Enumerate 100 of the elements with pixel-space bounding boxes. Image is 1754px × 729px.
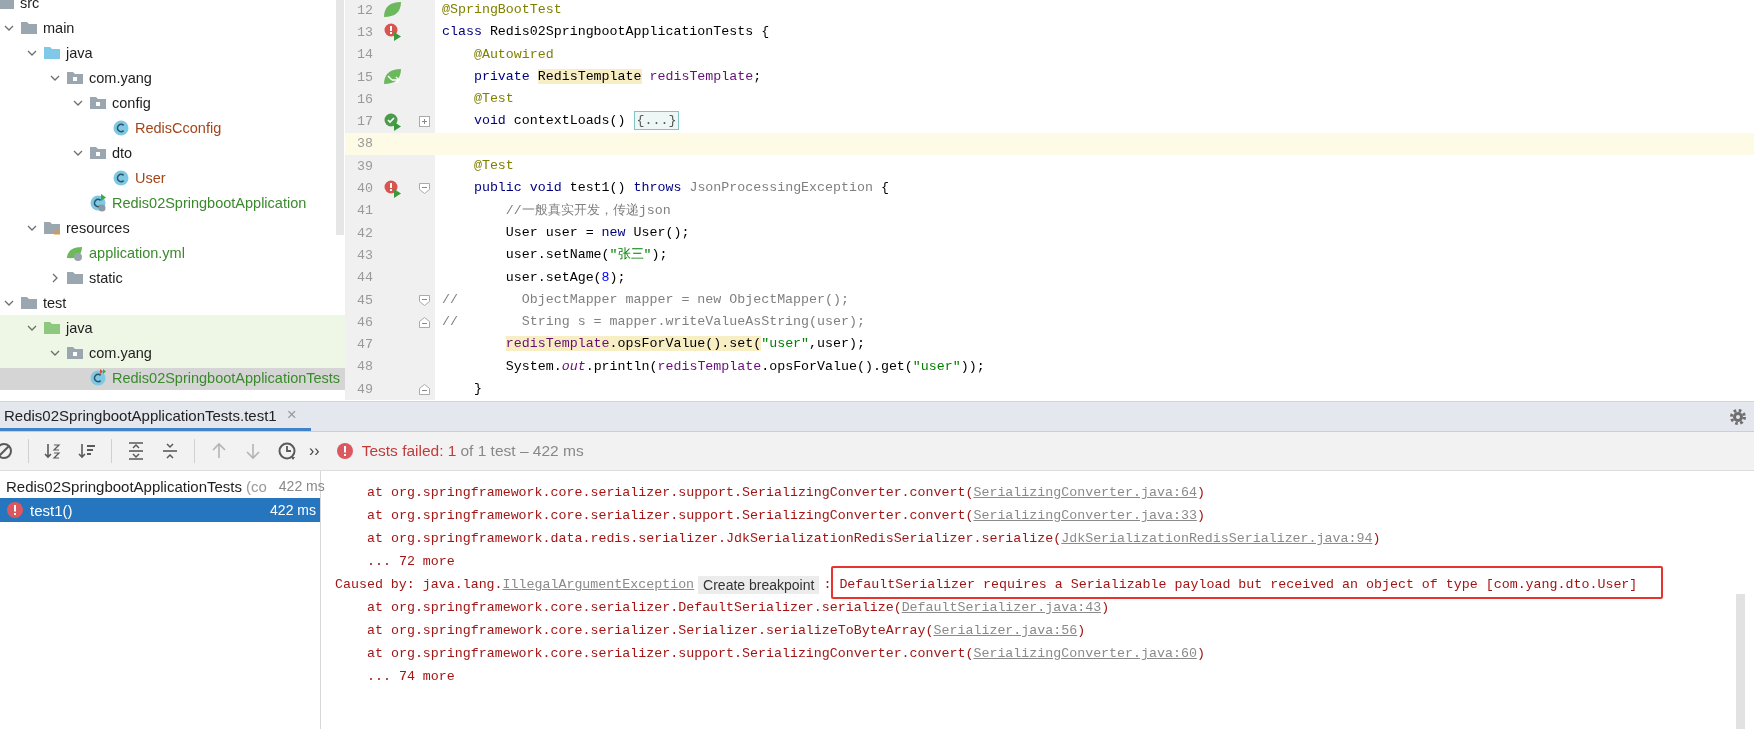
stack-frame-text: at org.springframework.data.redis.serializer.JdkSerializationRedisSerializer.serialize( bbox=[367, 531, 1062, 546]
selected-row[interactable]: test1() 422 ms bbox=[0, 498, 320, 522]
duration-text: 422 ms bbox=[278, 478, 325, 494]
scrollbar-thumb[interactable] bbox=[1736, 594, 1745, 729]
stack-frame-text: at org.springframework.core.serializer.Serializer.serializeToByteArray( bbox=[367, 623, 934, 638]
fold-end-icon[interactable] bbox=[418, 316, 430, 328]
code-line: @Test bbox=[472, 90, 514, 109]
tree-item[interactable]: User bbox=[135, 169, 166, 186]
exception-link[interactable]: IllegalArgumentException bbox=[502, 577, 695, 592]
stack-frame-text: at org.springframework.core.serializer.support.SerializingConverter.convert( bbox=[367, 485, 974, 500]
tree-item[interactable]: com.yang bbox=[89, 344, 152, 361]
tree-item[interactable]: resources bbox=[66, 219, 130, 236]
stack-frame-text: ... 74 more bbox=[367, 669, 455, 684]
tree-item[interactable]: application.yml bbox=[89, 244, 185, 261]
prohibit-icon[interactable] bbox=[0, 441, 14, 461]
run-failed-icon[interactable] bbox=[383, 178, 403, 199]
source-link[interactable]: SerializingConverter.java:64 bbox=[973, 485, 1197, 500]
line-number: 13 bbox=[356, 24, 374, 40]
tree-item[interactable]: src bbox=[20, 0, 40, 11]
exception-message: DefaultSerializer requires a Serializable payload but received an object of type [com.yang.dto.User] bbox=[839, 577, 1638, 592]
code-line: redisTemplate.opsForValue().set("user",user); bbox=[504, 335, 865, 354]
line-number: 47 bbox=[356, 337, 374, 353]
source-link[interactable]: SerializingConverter.java:60 bbox=[973, 646, 1197, 661]
code-line: //一般真实开发，传递json bbox=[504, 201, 671, 220]
line-number: 44 bbox=[356, 270, 374, 286]
create-breakpoint-button[interactable]: Create breakpoint bbox=[698, 575, 820, 594]
code-line: // String s = mapper.writeValueAsString(user); bbox=[441, 313, 865, 332]
status-text: Tests failed: 1 bbox=[361, 442, 457, 460]
scrollbar-thumb[interactable] bbox=[336, 0, 344, 235]
code-line: private RedisTemplate redisTemplate; bbox=[472, 67, 762, 86]
stack-frame-text: ... 72 more bbox=[367, 554, 455, 569]
code-line: } bbox=[472, 380, 482, 399]
settings-icon[interactable] bbox=[1728, 406, 1748, 427]
tree-item[interactable]: static bbox=[89, 269, 123, 286]
code-line: public void test1() throws JsonProcessingException { bbox=[472, 179, 889, 198]
class-icon bbox=[89, 193, 107, 212]
code-line: User user = new User(); bbox=[504, 223, 690, 242]
stack-frame-text: at org.springframework.core.serializer.DefaultSerializer.serialize( bbox=[367, 600, 902, 615]
clock-icon[interactable] bbox=[277, 441, 297, 461]
stack-frame-text: at org.springframework.core.serializer.support.SerializingConverter.convert( bbox=[367, 646, 974, 661]
code-line: user.setName("张三"); bbox=[504, 246, 668, 265]
tree-item[interactable]: java bbox=[66, 319, 93, 336]
sort-list-icon[interactable] bbox=[77, 441, 97, 461]
sort-alpha-icon[interactable] bbox=[43, 441, 63, 461]
class-icon bbox=[89, 368, 107, 387]
code-line: System.out.println(redisTemplate.opsForValue().get("user")); bbox=[504, 357, 985, 376]
code-line: @Autowired bbox=[472, 45, 554, 64]
class-icon bbox=[112, 168, 130, 187]
test-note: (co bbox=[246, 477, 267, 495]
line-number: 15 bbox=[356, 69, 374, 85]
code-line: @SpringBootTest bbox=[441, 1, 562, 19]
line-number: 49 bbox=[356, 381, 374, 397]
exception-text: : bbox=[823, 577, 832, 592]
line-number: 43 bbox=[356, 247, 374, 263]
test-name[interactable]: Redis02SpringbootApplicationTests bbox=[6, 477, 242, 495]
code-line: @Test bbox=[472, 157, 514, 176]
line-number: 42 bbox=[356, 225, 374, 241]
test-name[interactable]: test1() bbox=[30, 501, 73, 519]
fold-plus-icon[interactable] bbox=[418, 116, 430, 128]
line-number: 40 bbox=[356, 181, 374, 196]
code-line: user.setAge(8); bbox=[504, 268, 626, 287]
line-number: 41 bbox=[356, 203, 374, 219]
line-number: 12 bbox=[356, 2, 374, 18]
tree-item[interactable]: java bbox=[66, 44, 93, 61]
class-icon bbox=[112, 118, 130, 137]
tree-item[interactable]: com.yang bbox=[89, 69, 152, 86]
overflow-button[interactable]: ›› bbox=[309, 442, 320, 460]
stack-frame-text: ) bbox=[1196, 485, 1205, 500]
tree-item[interactable]: main bbox=[43, 19, 75, 36]
tree-item[interactable]: dto bbox=[112, 144, 133, 161]
line-number: 17 bbox=[356, 114, 374, 130]
stack-frame-text: ) bbox=[1196, 508, 1205, 523]
line-number: 38 bbox=[356, 136, 374, 152]
line-number: 46 bbox=[356, 314, 374, 330]
stack-frame-text: ) bbox=[1077, 623, 1086, 638]
line-number: 48 bbox=[356, 359, 374, 375]
source-link[interactable]: SerializingConverter.java:33 bbox=[973, 508, 1197, 523]
stack-frame-text: ) bbox=[1101, 600, 1110, 615]
fold-end-icon[interactable] bbox=[418, 383, 430, 395]
run-passed-icon[interactable] bbox=[383, 111, 403, 132]
error-icon bbox=[335, 442, 354, 460]
fold-start-icon[interactable] bbox=[418, 183, 430, 194]
collapse-all-icon[interactable] bbox=[160, 441, 180, 461]
chevron-right-icon[interactable] bbox=[50, 272, 60, 283]
expand-all-icon[interactable] bbox=[126, 441, 146, 461]
code-line: void contextLoads() {...} bbox=[435, 110, 680, 133]
tree-item[interactable]: RedisCconfig bbox=[135, 119, 222, 136]
source-link[interactable]: DefaultSerializer.java:43 bbox=[901, 600, 1102, 615]
code-line: // ObjectMapper mapper = new ObjectMapper(); bbox=[441, 290, 849, 309]
source-link[interactable]: Serializer.java:56 bbox=[933, 623, 1078, 638]
tree-item[interactable]: config bbox=[112, 94, 151, 111]
line-number: 14 bbox=[356, 47, 374, 63]
run-failed-icon[interactable] bbox=[383, 22, 403, 43]
tree-item[interactable]: test bbox=[43, 294, 67, 311]
line-number: 45 bbox=[356, 292, 374, 308]
fold-start-icon[interactable] bbox=[418, 294, 430, 306]
line-number: 16 bbox=[356, 91, 374, 107]
tree-item[interactable]: Redis02SpringbootApplication bbox=[112, 194, 307, 211]
source-link[interactable]: JdkSerializationRedisSerializer.java:94 bbox=[1061, 531, 1373, 546]
code-line: class Redis02SpringbootApplicationTests { bbox=[441, 23, 770, 42]
